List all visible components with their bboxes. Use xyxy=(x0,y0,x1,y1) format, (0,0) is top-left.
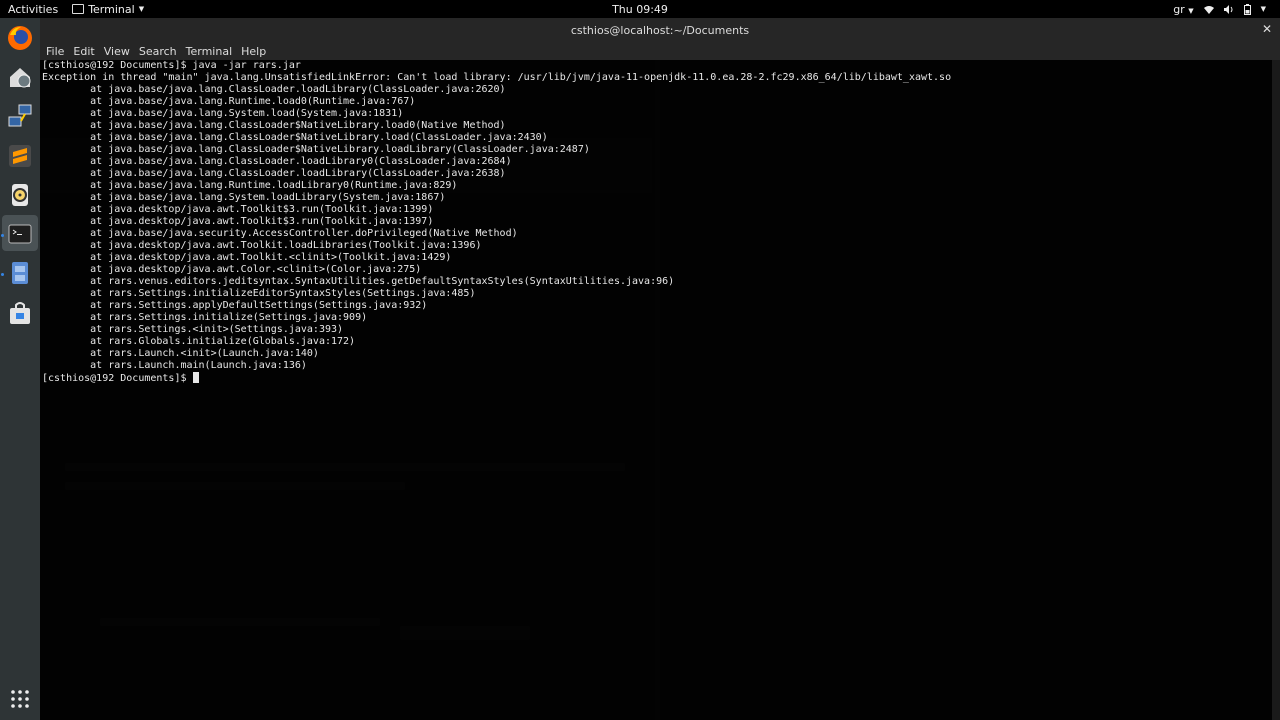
chevron-down-icon: ▼ xyxy=(1188,6,1194,15)
dock-file-cabinet[interactable] xyxy=(6,259,34,287)
app-grid-icon xyxy=(11,690,29,708)
terminal-line: at java.base/java.security.AccessControl… xyxy=(42,228,518,239)
battery-icon xyxy=(1243,3,1251,15)
clock-container: Thu 09:49 xyxy=(0,3,1280,16)
terminal-line: at java.base/java.lang.ClassLoader.loadL… xyxy=(42,84,506,95)
terminal-line: at java.base/java.lang.Runtime.loadLibra… xyxy=(42,180,458,191)
terminal-line: at java.base/java.lang.System.loadLibrar… xyxy=(42,192,446,203)
network-home-icon xyxy=(10,68,31,88)
terminal-line: at rars.Launch.main(Launch.java:136) xyxy=(42,360,307,371)
dock-sublime-text[interactable] xyxy=(6,142,34,170)
status-area[interactable]: gr ▼ ▼ xyxy=(1173,0,1266,18)
chevron-down-icon: ▼ xyxy=(1260,5,1266,13)
terminal-line: at rars.Settings.<init>(Settings.java:39… xyxy=(42,324,344,335)
terminal-icon xyxy=(8,224,32,244)
app-menu-label: Terminal xyxy=(88,2,135,16)
terminal-line: at java.desktop/java.awt.Color.<clinit>(… xyxy=(42,264,422,275)
terminal-prompt: [csthios@192 Documents]$ xyxy=(42,373,193,384)
terminal-prompt-line[interactable]: [csthios@192 Documents]$ xyxy=(42,372,951,384)
menu-bar: File Edit View Search Terminal Help xyxy=(40,42,1280,60)
dock-network-home[interactable] xyxy=(6,63,34,91)
dock-network-connections[interactable] xyxy=(6,102,34,130)
terminal-app-icon xyxy=(72,4,85,14)
terminal-line: at java.base/java.lang.ClassLoader$Nativ… xyxy=(42,144,590,155)
menu-terminal[interactable]: Terminal xyxy=(186,45,239,58)
running-indicator xyxy=(1,273,4,276)
network-connection-icon xyxy=(8,104,32,127)
terminal-line: at rars.venus.editors.jeditsyntax.Syntax… xyxy=(42,276,675,287)
terminal-line: at rars.Launch.<init>(Launch.java:140) xyxy=(42,348,319,359)
file-cabinet-icon xyxy=(12,262,28,284)
terminal-scrollbar[interactable] xyxy=(1272,60,1280,720)
chevron-down-icon: ▼ xyxy=(138,5,145,13)
menu-edit[interactable]: Edit xyxy=(73,45,100,58)
menu-help[interactable]: Help xyxy=(241,45,272,58)
app-menu[interactable]: Terminal ▼ xyxy=(66,3,144,16)
dock-rhythmbox[interactable] xyxy=(6,181,34,209)
running-indicator xyxy=(1,234,4,237)
software-bag-icon xyxy=(10,302,30,324)
terminal-line: at rars.Globals.initialize(Globals.java:… xyxy=(42,336,356,347)
window-title: csthios@localhost:~/Documents xyxy=(570,23,750,37)
firefox-icon xyxy=(8,26,32,50)
show-applications-button[interactable] xyxy=(6,685,34,713)
terminal-line: at java.base/java.lang.ClassLoader.loadL… xyxy=(42,168,506,179)
sublime-text-icon xyxy=(9,145,31,167)
terminal-line: at java.base/java.lang.System.load(Syste… xyxy=(42,108,404,119)
activities-button[interactable]: Activities xyxy=(0,3,66,16)
text-cursor xyxy=(192,372,199,383)
menu-search[interactable]: Search xyxy=(139,45,183,58)
menu-file[interactable]: File xyxy=(46,45,70,58)
dock-software[interactable] xyxy=(6,299,34,327)
terminal-line: Exception in thread "main" java.lang.Uns… xyxy=(42,72,952,83)
close-icon[interactable]: ✕ xyxy=(1262,22,1272,36)
terminal-line: at rars.Settings.initializeEditorSyntaxS… xyxy=(42,288,476,299)
terminal-line: at java.base/java.lang.ClassLoader$Nativ… xyxy=(42,132,548,143)
clock[interactable]: Thu 09:49 xyxy=(612,3,668,16)
terminal-line: [csthios@192 Documents]$ java -jar rars.… xyxy=(42,60,301,71)
terminal-line: at java.desktop/java.awt.Toolkit.loadLib… xyxy=(42,240,482,251)
terminal-line: at rars.Settings.initialize(Settings.jav… xyxy=(42,312,368,323)
dock-firefox[interactable] xyxy=(6,24,34,52)
terminal-line: at java.base/java.lang.ClassLoader$Nativ… xyxy=(42,120,506,131)
terminal-window[interactable]: csthios@localhost:~/Documents ✕ File Edi… xyxy=(40,18,1280,720)
menu-view[interactable]: View xyxy=(104,45,136,58)
terminal-line: at java.desktop/java.awt.Toolkit$3.run(T… xyxy=(42,216,434,227)
window-titlebar[interactable]: csthios@localhost:~/Documents ✕ xyxy=(40,18,1280,42)
terminal-line: at java.desktop/java.awt.Toolkit.<clinit… xyxy=(42,252,452,263)
terminal-line: at java.base/java.lang.ClassLoader.loadL… xyxy=(42,156,512,167)
keyboard-layout-label: gr xyxy=(1173,2,1185,16)
top-bar: Activities Terminal ▼ Thu 09:49 gr ▼ ▼ xyxy=(0,0,1280,18)
dock-terminal[interactable] xyxy=(6,220,34,248)
terminal-line: at rars.Settings.applyDefaultSettings(Se… xyxy=(42,300,428,311)
dash xyxy=(0,18,40,720)
terminal-output[interactable]: [csthios@192 Documents]$ java -jar rars.… xyxy=(42,60,951,384)
rhythmbox-icon xyxy=(12,184,28,206)
terminal-line: at java.base/java.lang.Runtime.load0(Run… xyxy=(42,96,416,107)
volume-icon xyxy=(1223,4,1233,14)
wifi-icon xyxy=(1203,5,1214,14)
keyboard-layout-indicator[interactable]: gr ▼ xyxy=(1173,3,1193,16)
terminal-line: at java.desktop/java.awt.Toolkit$3.run(T… xyxy=(42,204,434,215)
